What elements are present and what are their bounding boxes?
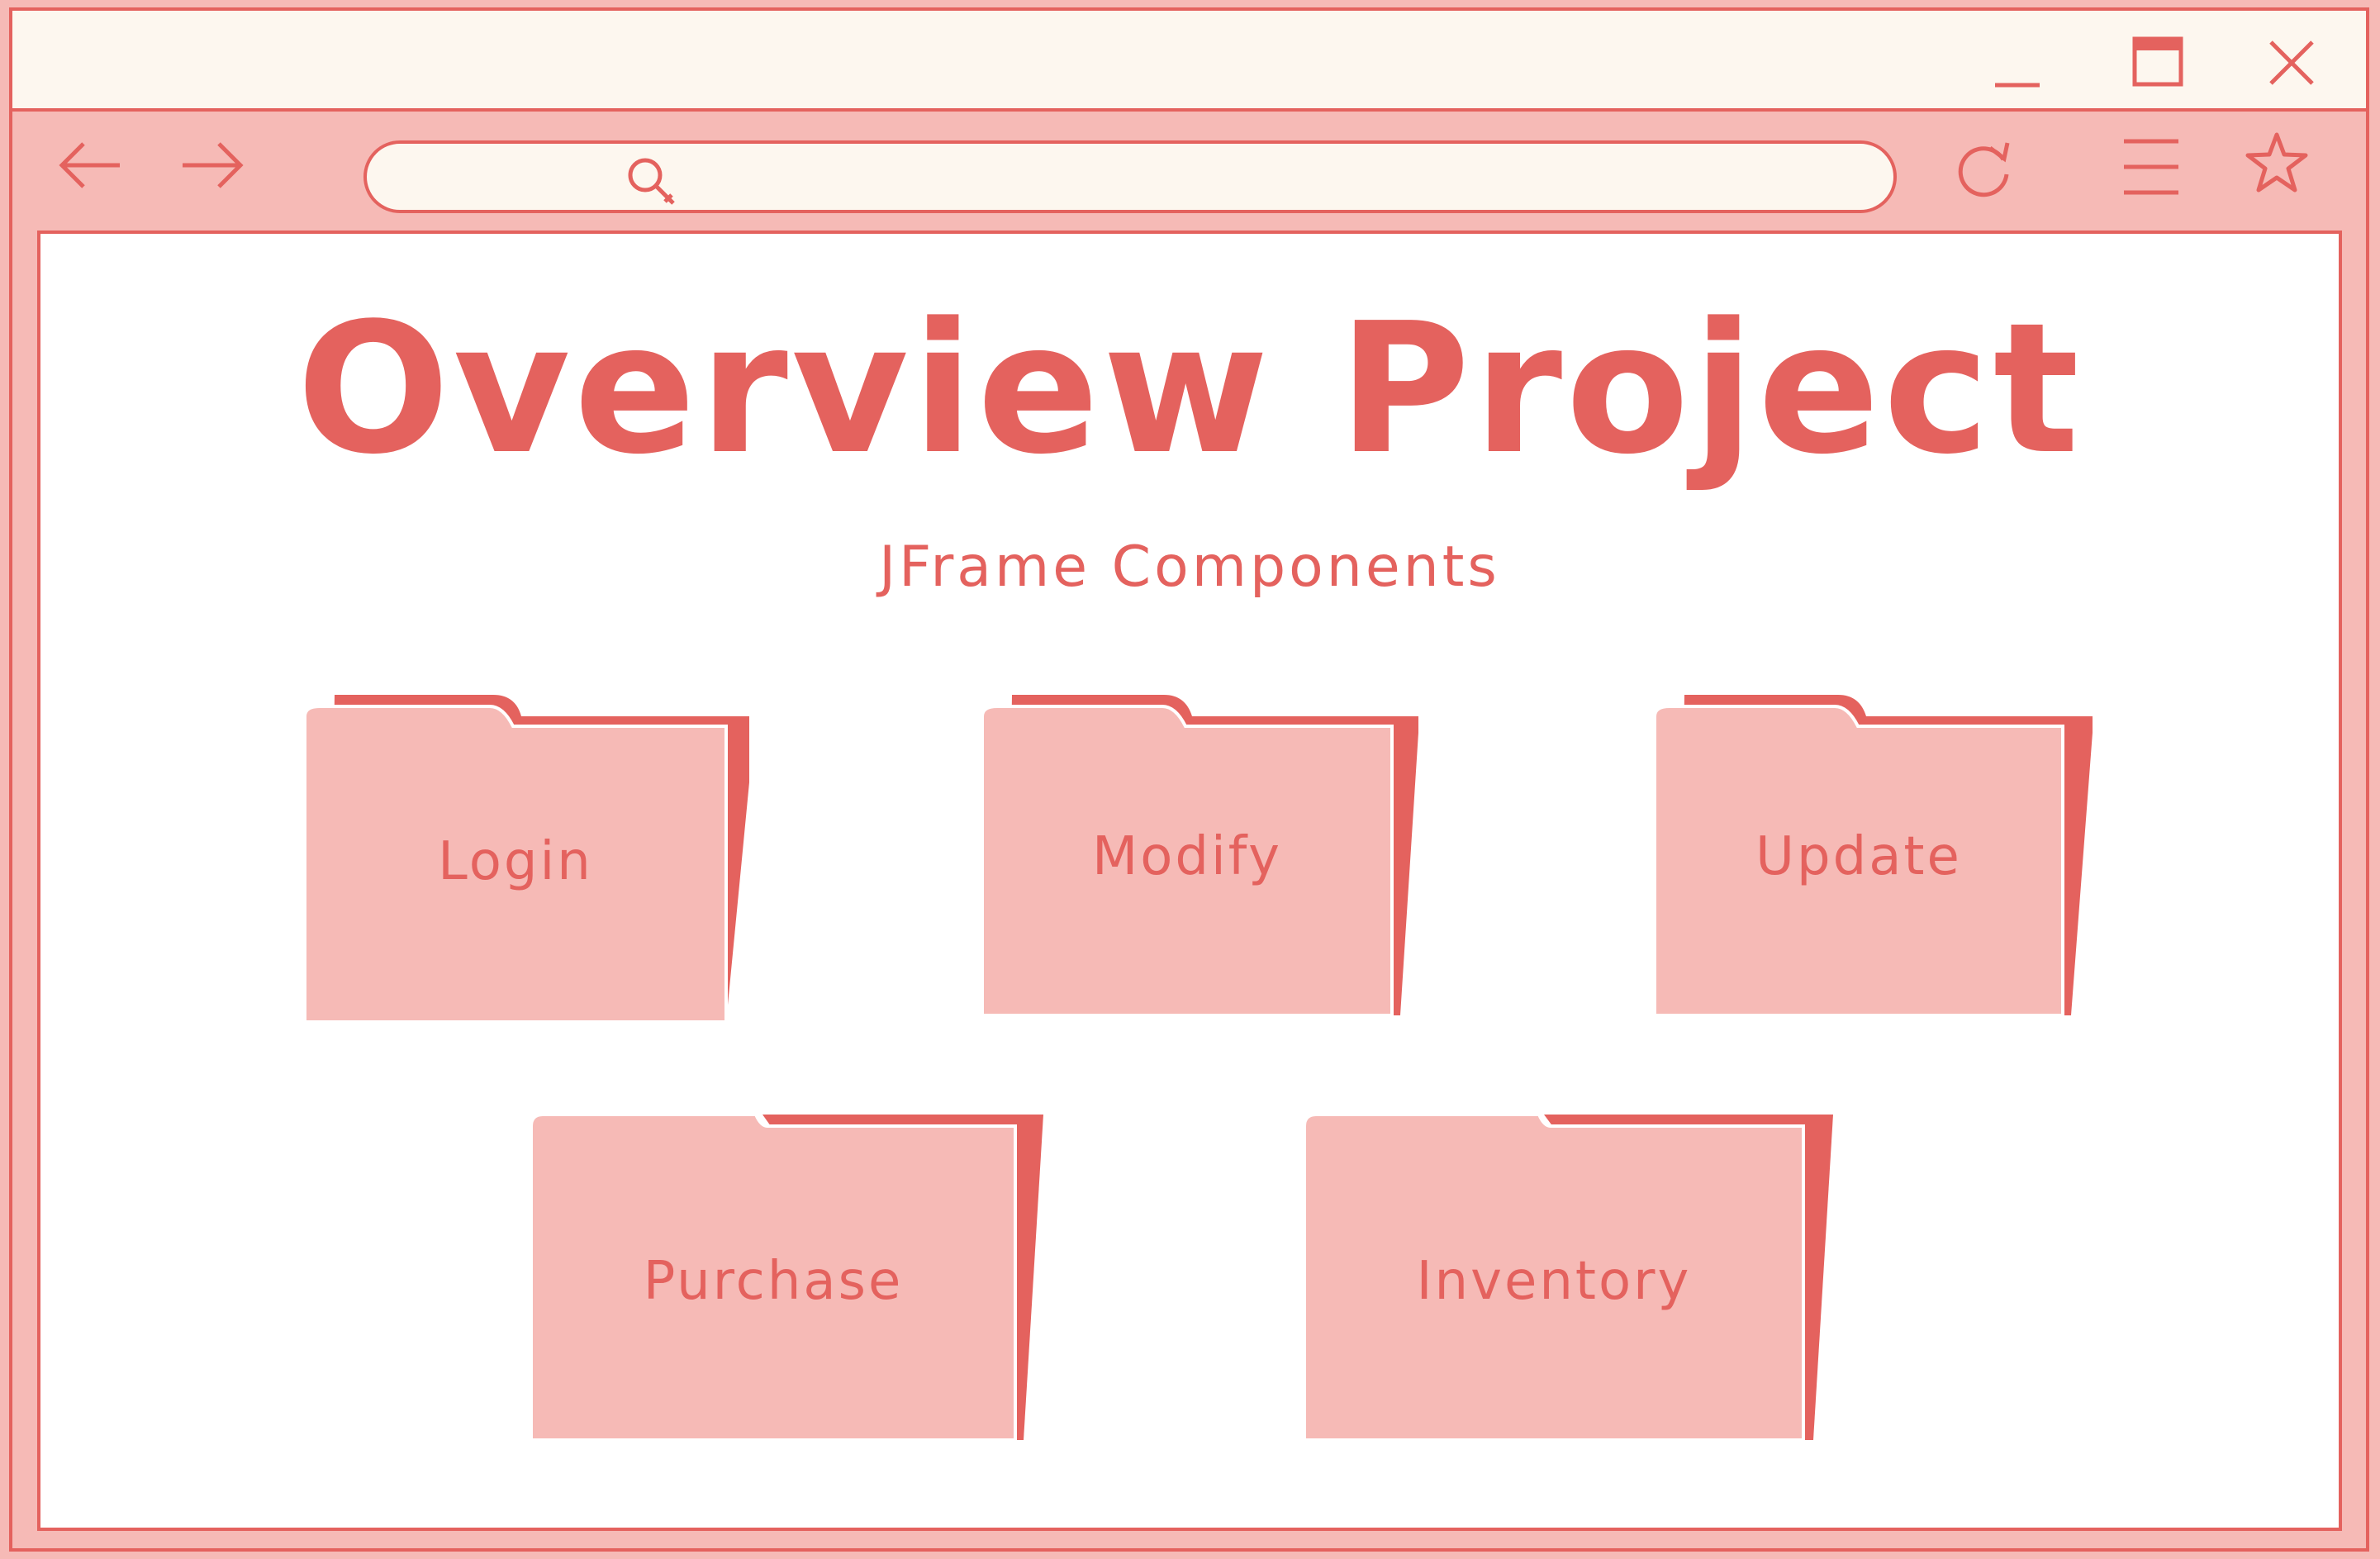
reload-icon [1958, 142, 2010, 197]
folder-modify[interactable]: Modify [981, 695, 1418, 1017]
maximize-icon [2132, 36, 2183, 87]
bookmark-button[interactable] [2241, 128, 2312, 199]
folder-label: Update [1755, 826, 1962, 887]
folder-label: Inventory [1416, 1251, 1692, 1312]
title-bar [12, 11, 2366, 112]
folder-purchase[interactable]: Purchase [530, 1113, 1043, 1442]
browser-window: Overview Project JFrame Components Login… [9, 7, 2369, 1552]
folder-inventory[interactable]: Inventory [1303, 1113, 1833, 1442]
folder-label: Modify [1091, 826, 1283, 887]
browser-toolbar [12, 112, 2366, 227]
folder-update[interactable]: Update [1653, 695, 2093, 1017]
arrow-left-icon [59, 142, 120, 188]
reload-button[interactable] [1949, 133, 2020, 204]
folder-label: Login [438, 831, 593, 892]
folder-login[interactable]: Login [303, 695, 749, 1024]
folder-label: Purchase [643, 1251, 904, 1312]
page-content: Overview Project JFrame Components Login… [37, 231, 2342, 1531]
search-icon [628, 158, 675, 205]
page-title: Overview Project [297, 285, 2083, 494]
menu-button[interactable] [2116, 131, 2187, 202]
hamburger-menu-icon [2124, 139, 2178, 195]
address-input[interactable] [697, 155, 1841, 202]
forward-button[interactable] [176, 130, 247, 201]
address-bar[interactable] [363, 140, 1897, 213]
close-icon [2269, 40, 2314, 85]
page-subtitle: JFrame Components [879, 535, 1500, 600]
back-button[interactable] [55, 130, 126, 201]
star-icon [2245, 132, 2308, 192]
minimize-button[interactable] [1988, 34, 2046, 92]
arrow-right-icon [183, 142, 244, 188]
maximize-button[interactable] [2129, 34, 2187, 92]
close-button[interactable] [2263, 34, 2321, 92]
minimize-icon [1995, 83, 2040, 88]
